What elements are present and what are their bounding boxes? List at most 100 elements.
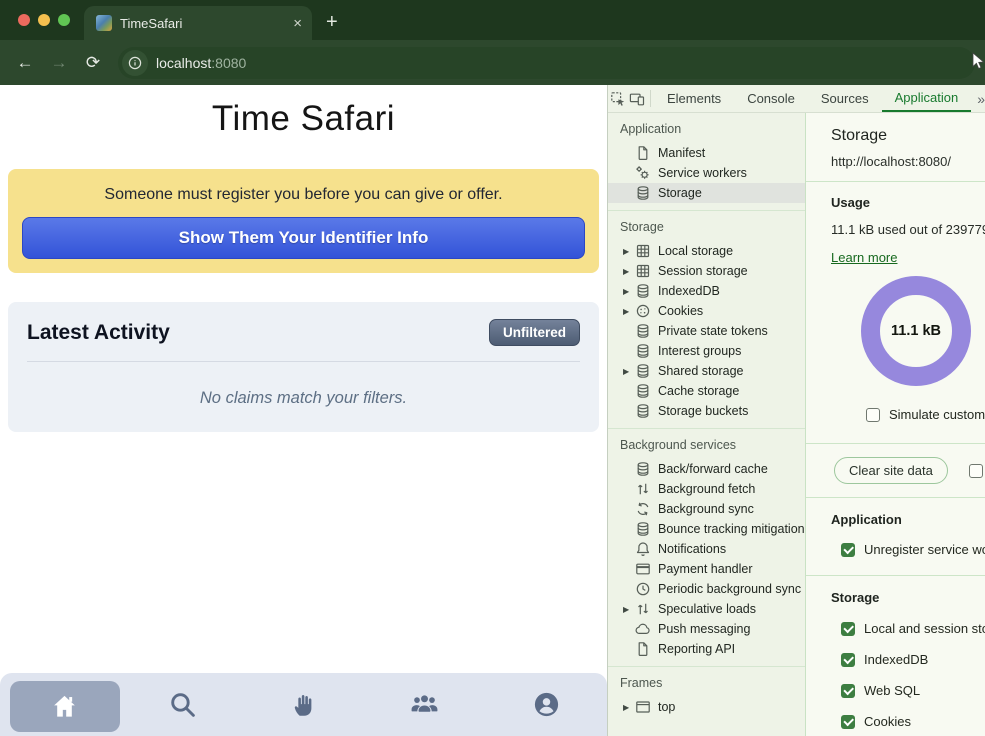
usage-heading: Usage <box>831 195 985 210</box>
profile-icon <box>532 690 561 719</box>
storage-option-row: Cookies <box>841 714 985 729</box>
updown-icon <box>635 481 651 497</box>
cookies-checkbox[interactable] <box>841 715 855 729</box>
expand-arrow-icon[interactable]: ▶ <box>623 605 635 614</box>
close-window-button[interactable] <box>18 14 30 26</box>
devtools-tab-console[interactable]: Console <box>734 85 808 112</box>
forward-button: → <box>44 48 74 78</box>
tree-item-label: Storage buckets <box>658 404 748 418</box>
tree-section-header: Frames <box>608 676 805 697</box>
tree-item-notifications[interactable]: Notifications <box>608 539 805 559</box>
expand-arrow-icon[interactable]: ▶ <box>623 287 635 296</box>
show-identifier-info-button[interactable]: Show Them Your Identifier Info <box>22 217 585 259</box>
devtools-tab-elements[interactable]: Elements <box>654 85 734 112</box>
expand-arrow-icon[interactable]: ▶ <box>623 307 635 316</box>
people-icon <box>409 689 440 720</box>
nav-item-search[interactable] <box>121 673 242 736</box>
tree-item-interest-groups[interactable]: Interest groups <box>608 341 805 361</box>
tree-item-background-fetch[interactable]: Background fetch <box>608 479 805 499</box>
device-toolbar-icon[interactable] <box>628 85 648 112</box>
tree-item-private-state-tokens[interactable]: Private state tokens <box>608 321 805 341</box>
browser-tab[interactable]: TimeSafari × <box>84 6 312 40</box>
nav-item-home[interactable] <box>0 673 121 736</box>
expand-arrow-icon[interactable]: ▶ <box>623 703 635 712</box>
include-third-party-cookies-checkbox[interactable] <box>969 464 983 478</box>
tree-item-shared-storage[interactable]: ▶Shared storage <box>608 361 805 381</box>
tree-item-top[interactable]: ▶ top <box>608 697 805 717</box>
simulate-custom-quota-checkbox[interactable] <box>866 408 880 422</box>
inspect-element-icon[interactable] <box>608 85 628 112</box>
tree-item-back-forward-cache[interactable]: Back/forward cache <box>608 459 805 479</box>
nav-item-profile[interactable] <box>486 673 607 736</box>
registration-message: Someone must register you before you can… <box>22 186 585 204</box>
tree-item-reporting-api[interactable]: Reporting API <box>608 639 805 659</box>
nav-item-people[interactable] <box>364 673 485 736</box>
storage-option-row: Local and session storage <box>841 621 985 636</box>
hand-icon <box>290 691 317 718</box>
clear-site-data-button[interactable]: Clear site data <box>834 457 948 484</box>
devtools-tab-sources[interactable]: Sources <box>808 85 882 112</box>
cookies-label: Cookies <box>864 714 911 729</box>
database-icon <box>635 343 651 359</box>
tree-item-periodic-background-sync[interactable]: Periodic background sync <box>608 579 805 599</box>
local-and-session-storage-checkbox[interactable] <box>841 622 855 636</box>
frame-icon <box>635 699 651 715</box>
tree-section-background-services: Background servicesBack/forward cacheBac… <box>608 429 805 667</box>
new-tab-button[interactable]: + <box>326 11 338 34</box>
tree-item-background-sync[interactable]: Background sync <box>608 499 805 519</box>
address-bar[interactable]: localhost:8080 <box>118 47 975 79</box>
tree-item-cookies[interactable]: ▶Cookies <box>608 301 805 321</box>
tree-item-manifest[interactable]: Manifest <box>608 143 805 163</box>
tree-item-local-storage[interactable]: ▶Local storage <box>608 241 805 261</box>
expand-arrow-icon[interactable]: ▶ <box>623 367 635 376</box>
toolbar-separator <box>650 90 651 107</box>
tree-item-label: Manifest <box>658 146 705 160</box>
tab-close-icon[interactable]: × <box>293 16 302 31</box>
tree-item-indexeddb[interactable]: ▶ IndexedDB <box>608 281 805 301</box>
minimize-window-button[interactable] <box>38 14 50 26</box>
tab-favicon <box>96 15 112 31</box>
back-button[interactable]: ← <box>10 48 40 78</box>
table-icon <box>635 263 651 279</box>
tree-section-application: ApplicationManifestService workersStorag… <box>608 113 805 211</box>
storage-pane-title: Storage <box>831 127 985 145</box>
bottom-navigation <box>0 673 607 736</box>
nav-item-hand[interactable] <box>243 673 364 736</box>
expand-arrow-icon[interactable]: ▶ <box>623 247 635 256</box>
unfiltered-button[interactable]: Unfiltered <box>489 319 580 346</box>
tree-item-bounce-tracking-mitigations[interactable]: Bounce tracking mitigations <box>608 519 805 539</box>
tree-item-service-workers[interactable]: Service workers <box>608 163 805 183</box>
tree-item-storage[interactable]: Storage <box>608 183 805 203</box>
tree-item-label: top <box>658 700 675 714</box>
web-sql-label: Web SQL <box>864 683 920 698</box>
learn-more-link[interactable]: Learn more <box>831 250 897 265</box>
devtools-tab-application[interactable]: Application <box>882 85 972 112</box>
tree-item-speculative-loads[interactable]: ▶Speculative loads <box>608 599 805 619</box>
gears-icon <box>635 165 651 181</box>
reload-button[interactable]: ⟳ <box>78 48 108 78</box>
window-controls <box>0 0 84 40</box>
timesafari-page: Time Safari Someone must register you be… <box>0 85 607 736</box>
tree-item-payment-handler[interactable]: Payment handler <box>608 559 805 579</box>
expand-arrow-icon[interactable]: ▶ <box>623 267 635 276</box>
application-section-heading: Application <box>831 512 985 527</box>
tree-item-session-storage[interactable]: ▶Session storage <box>608 261 805 281</box>
cookie-icon <box>635 303 651 319</box>
latest-activity-title: Latest Activity <box>27 321 170 345</box>
more-panels-icon[interactable]: » <box>971 85 985 112</box>
zoom-window-button[interactable] <box>58 14 70 26</box>
tree-item-storage-buckets[interactable]: Storage buckets <box>608 401 805 421</box>
tree-item-label: IndexedDB <box>658 284 720 298</box>
tree-item-label: Interest groups <box>658 344 741 358</box>
unregister-service-workers-checkbox[interactable] <box>841 543 855 557</box>
indexeddb-checkbox[interactable] <box>841 653 855 667</box>
storage-detail-pane: Storage http://localhost:8080/ Usage 11.… <box>806 113 985 736</box>
active-nav-pill[interactable] <box>10 681 120 732</box>
site-info-icon[interactable] <box>122 50 148 76</box>
tree-item-push-messaging[interactable]: Push messaging <box>608 619 805 639</box>
storage-section-heading: Storage <box>831 590 985 605</box>
tree-item-cache-storage[interactable]: Cache storage <box>608 381 805 401</box>
tree-item-label: Reporting API <box>658 642 735 656</box>
tree-item-label: Private state tokens <box>658 324 768 338</box>
web-sql-checkbox[interactable] <box>841 684 855 698</box>
